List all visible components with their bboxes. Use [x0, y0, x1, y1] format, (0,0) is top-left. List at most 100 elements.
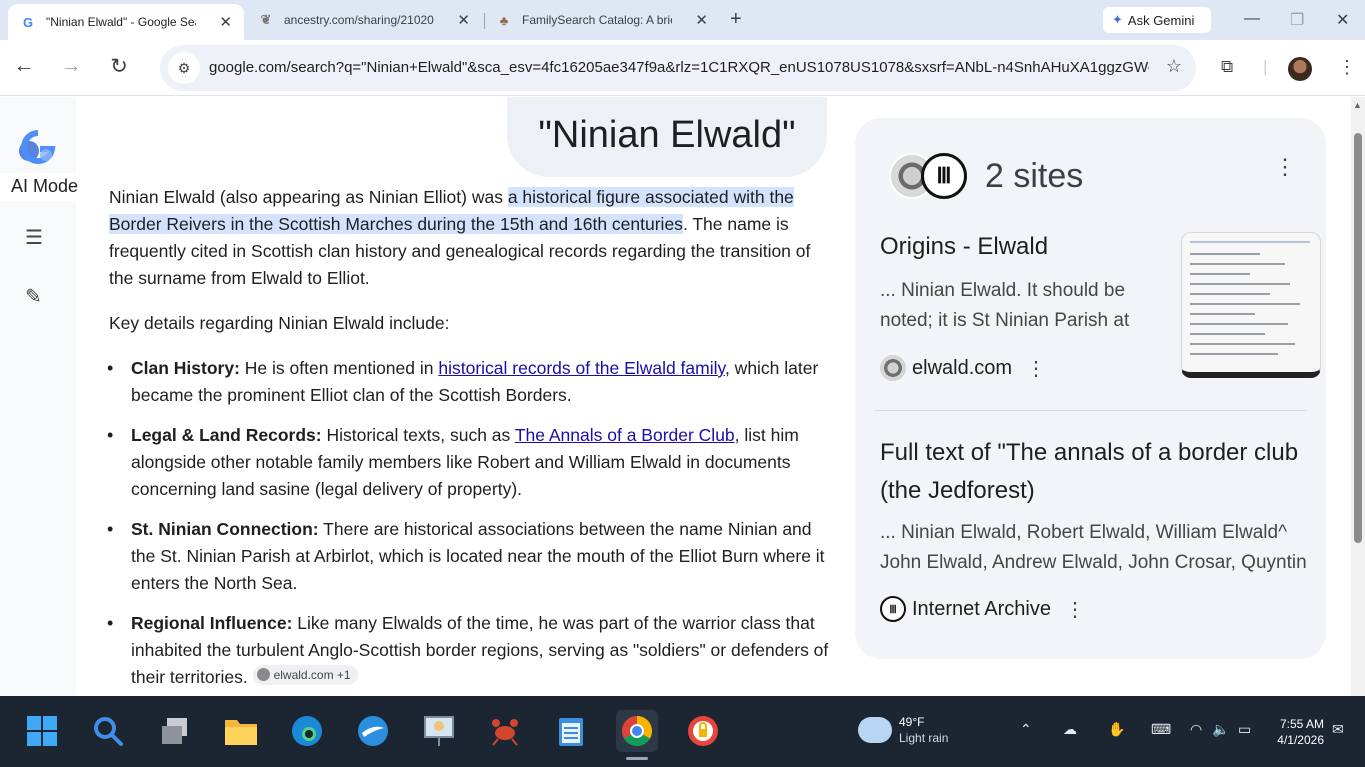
left-rail: AI Mode ☰ ✎ [0, 97, 82, 696]
clock-date: 4/1/2026 [1277, 733, 1324, 747]
bullet-label: Legal & Land Records: [131, 425, 322, 445]
bullet-text: He is often mentioned in [239, 358, 439, 378]
minimize-icon[interactable]: — [1244, 10, 1260, 28]
windows-start-icon[interactable] [23, 712, 61, 750]
sources-more-kebab-icon[interactable]: ⋮ [1274, 154, 1296, 180]
browser-toolbar: ← → ↻ ⚙ google.com/search?q="Ninian+Elwa… [0, 40, 1365, 96]
file-explorer-icon[interactable] [222, 712, 260, 750]
bookmark-star-icon[interactable]: ☆ [1166, 56, 1182, 77]
sources-divider [875, 410, 1307, 411]
restore-icon[interactable]: ❐ [1290, 10, 1304, 30]
notepad-icon[interactable] [552, 712, 590, 750]
source-site-name: Internet Archive [912, 597, 1051, 620]
bullet-text: Historical texts, such as [321, 425, 515, 445]
wifi-icon[interactable]: ◠ [1190, 721, 1202, 738]
google-ai-mode-page: AI Mode ☰ ✎ "Ninian Elwald" Ninian Elwal… [0, 97, 1365, 696]
query-bubble: "Ninian Elwald" [507, 97, 827, 177]
volume-icon[interactable]: 🔈 [1212, 721, 1229, 738]
vpn-shield-icon[interactable] [684, 712, 722, 750]
internet-archive-favicon-icon: Ⅲ [921, 153, 967, 199]
edge-browser-icon[interactable] [288, 712, 326, 750]
sources-header[interactable]: Ⅲ 2 sites [889, 148, 1083, 204]
system-clock[interactable]: 7:55 AM 4/1/2026 [1270, 716, 1324, 748]
weather-description: Light rain [899, 731, 949, 745]
swift-app-icon[interactable] [354, 712, 392, 750]
scroll-up-arrow-icon[interactable]: ▲ [1353, 100, 1362, 110]
tray-overflow-chevron-icon[interactable]: ⌃ [1020, 721, 1032, 738]
chrome-menu-kebab-icon[interactable]: ⋮ [1338, 57, 1356, 78]
ai-answer: Ninian Elwald (also appearing as Ninian … [107, 184, 839, 696]
close-tab-icon[interactable]: ✕ [695, 11, 708, 29]
elwald-favicon-icon [256, 668, 270, 681]
close-tab-icon[interactable]: ✕ [219, 13, 232, 31]
bullet-label: St. Ninian Connection: [131, 519, 319, 539]
key-details-heading: Key details regarding Ninian Elwald incl… [109, 313, 450, 333]
history-list-icon[interactable]: ☰ [25, 225, 43, 250]
source-more-kebab-icon[interactable]: ⋮ [1026, 356, 1046, 381]
address-bar[interactable]: ⚙ google.com/search?q="Ninian+Elwald"&sc… [160, 45, 1196, 91]
gemini-sparkle-icon: ✦ [1112, 12, 1123, 27]
back-arrow-icon[interactable]: ← [10, 54, 38, 78]
crab-game-icon[interactable] [486, 712, 524, 750]
ask-gemini-label: Ask Gemini [1127, 12, 1195, 28]
profile-avatar[interactable] [1288, 57, 1312, 81]
list-item-legal-land-records: Legal & Land Records: Historical texts, … [107, 422, 839, 503]
close-window-icon[interactable]: ✕ [1336, 10, 1349, 30]
weather-widget[interactable]: 49°F Light rain [858, 714, 948, 746]
google-favicon-icon: G [22, 14, 34, 30]
keyboard-icon[interactable]: ⌨ [1151, 721, 1171, 738]
hand-app-tray-icon[interactable]: ✋ [1108, 721, 1125, 738]
scrollbar-thumb[interactable] [1354, 133, 1362, 543]
tab-title: "Ninian Elwald" - Google Search [46, 15, 196, 29]
source-title-annals[interactable]: Full text of "The annals of a border clu… [880, 434, 1300, 510]
chrome-browser-icon[interactable] [616, 710, 658, 752]
sources-panel: Ⅲ 2 sites ⋮ Origins - Elwald ... Ninian … [855, 118, 1326, 659]
source-thumbnail[interactable] [1181, 232, 1321, 378]
battery-icon[interactable]: ▭ [1238, 721, 1251, 738]
intro-text-pre: Ninian Elwald (also appearing as Ninian … [109, 187, 508, 207]
url-text[interactable]: google.com/search?q="Ninian+Elwald"&sca_… [209, 59, 1149, 76]
source-title-origins[interactable]: Origins - Elwald [880, 228, 1048, 266]
bullet-label: Clan History: [131, 358, 240, 378]
reload-icon[interactable]: ↻ [105, 54, 133, 79]
ai-mode-label[interactable]: AI Mode [0, 173, 82, 201]
link-elwald-family-records[interactable]: historical records of the Elwald family [438, 358, 725, 378]
list-item-st-ninian: St. Ninian Connection: There are histori… [107, 516, 839, 597]
forward-arrow-icon[interactable]: → [57, 54, 85, 78]
notification-icon[interactable]: ✉ [1332, 721, 1344, 738]
source-more-kebab-icon[interactable]: ⋮ [1065, 597, 1085, 622]
tab-ancestry[interactable]: ❦ ancestry.com/sharing/21020 ✕ [246, 0, 482, 40]
new-tab-plus-icon[interactable]: + [730, 8, 742, 31]
bullet-label: Regional Influence: [131, 613, 293, 633]
rain-cloud-icon [858, 717, 892, 743]
source-site-elwald[interactable]: elwald.com ⋮ [880, 355, 1046, 381]
list-item-clan-history: Clan History: He is often mentioned in h… [107, 355, 839, 409]
tab-title: FamilySearch Catalog: A brief [522, 13, 672, 27]
source-snippet: ... Ninian Elwald. It should be noted; i… [880, 280, 1130, 331]
search-icon[interactable] [89, 712, 127, 750]
answer-intro: Ninian Elwald (also appearing as Ninian … [109, 184, 839, 292]
tab-title: ancestry.com/sharing/21020 [284, 13, 434, 27]
presentation-board-icon[interactable] [420, 712, 458, 750]
ai-mode-logo-icon[interactable] [16, 127, 58, 165]
list-item-regional-influence: Regional Influence: Like many Elwalds of… [107, 610, 839, 691]
page-scrollbar[interactable]: ▲ [1351, 97, 1365, 696]
site-info-tune-icon[interactable]: ⚙ [168, 52, 200, 84]
tab-google-search[interactable]: G "Ninian Elwald" - Google Search ✕ [8, 4, 244, 40]
citation-chip-label: elwald.com +1 [273, 667, 351, 682]
onedrive-cloud-icon[interactable]: ☁ [1063, 721, 1077, 738]
familysearch-tree-icon: ♣ [499, 12, 509, 28]
source-site-internet-archive[interactable]: Ⅲ Internet Archive ⋮ [880, 596, 1085, 622]
close-tab-icon[interactable]: ✕ [457, 11, 470, 29]
link-annals-border-club[interactable]: The Annals of a Border Club [515, 425, 735, 445]
clock-time: 7:55 AM [1279, 717, 1324, 731]
citation-chip[interactable]: elwald.com +1 [252, 664, 358, 685]
tab-search-icon[interactable]: ⧉ [1221, 57, 1233, 77]
tab-familysearch[interactable]: ♣ FamilySearch Catalog: A brief ✕ [484, 0, 720, 40]
source-snippet: ... Ninian Elwald, Robert Elwald, Willia… [880, 522, 1307, 573]
ask-gemini-button[interactable]: ✦ Ask Gemini [1103, 7, 1211, 33]
new-chat-edit-icon[interactable]: ✎ [25, 284, 42, 309]
sources-count: 2 sites [985, 156, 1084, 195]
toolbar-divider: | [1263, 57, 1268, 76]
task-view-icon[interactable] [156, 712, 194, 750]
